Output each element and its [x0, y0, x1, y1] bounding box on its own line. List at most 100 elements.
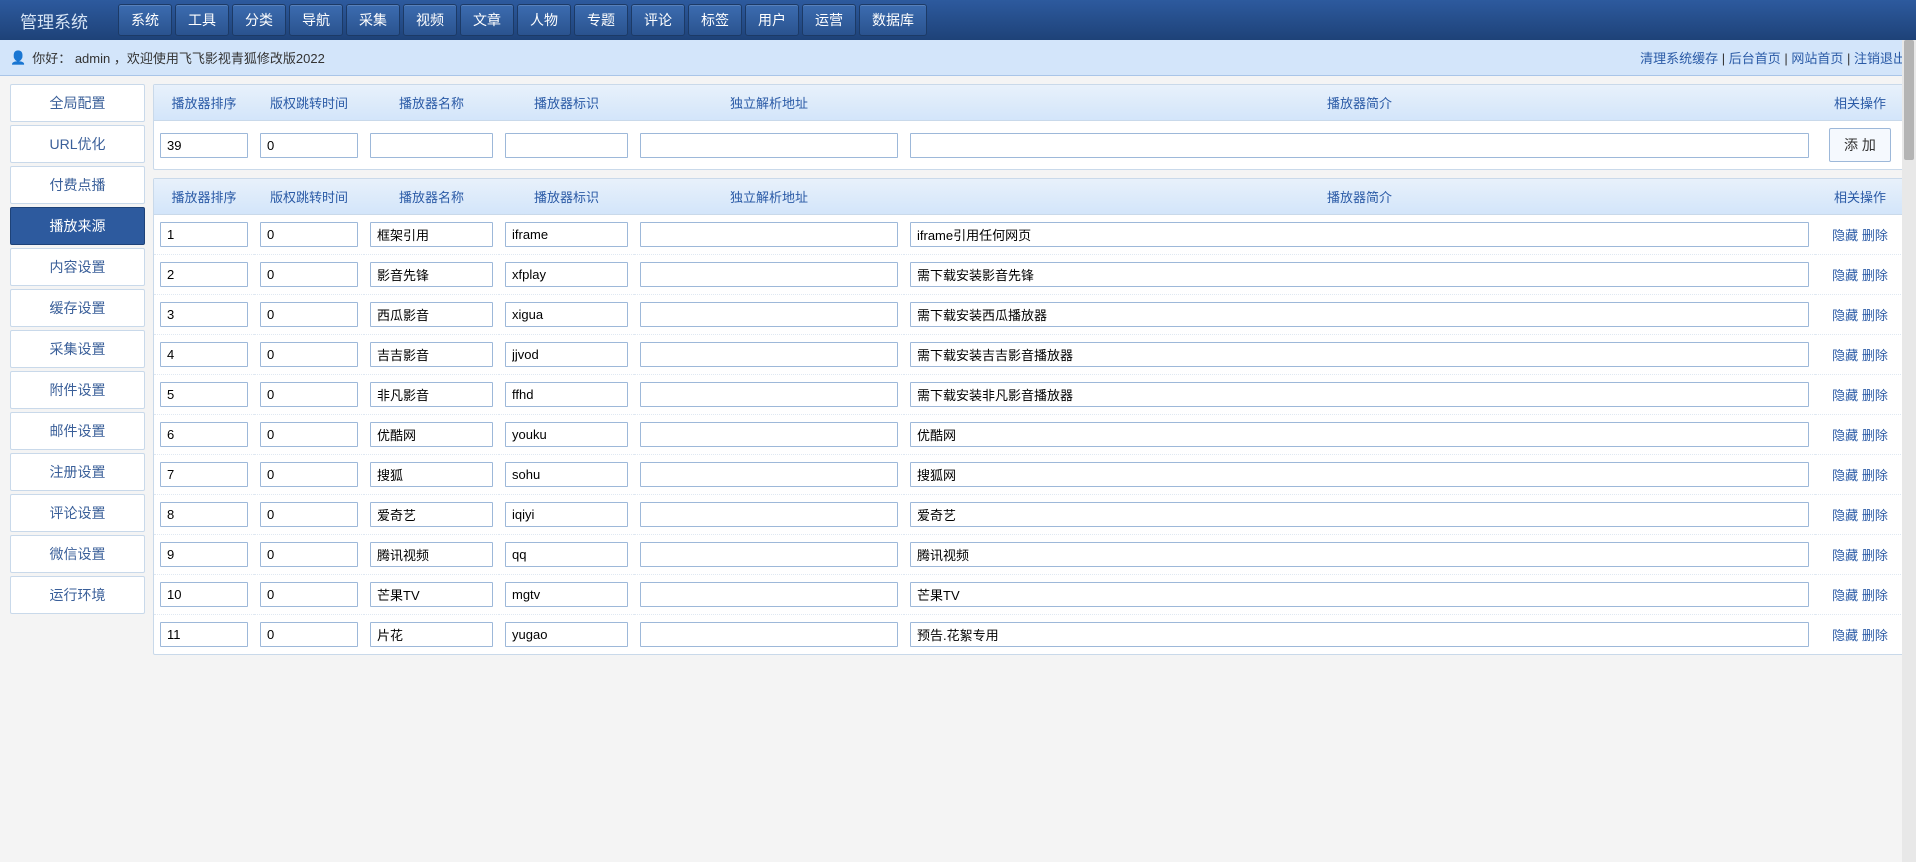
sidebar-item[interactable]: 运行环境 — [10, 576, 145, 614]
row-desc-input[interactable] — [910, 302, 1809, 327]
topnav-item[interactable]: 专题 — [574, 4, 628, 36]
row-desc-input[interactable] — [910, 382, 1809, 407]
row-ident-input[interactable] — [505, 622, 628, 647]
hide-link[interactable]: 隐藏 — [1832, 388, 1858, 403]
delete-link[interactable]: 删除 — [1862, 628, 1888, 643]
delete-link[interactable]: 删除 — [1862, 468, 1888, 483]
row-sort-input[interactable] — [160, 342, 248, 367]
row-sort-input[interactable] — [160, 502, 248, 527]
row-ident-input[interactable] — [505, 262, 628, 287]
row-desc-input[interactable] — [910, 222, 1809, 247]
row-sort-input[interactable] — [160, 622, 248, 647]
row-name-input[interactable] — [370, 382, 493, 407]
sidebar-item[interactable]: 付费点播 — [10, 166, 145, 204]
topnav-item[interactable]: 评论 — [631, 4, 685, 36]
topnav-item[interactable]: 文章 — [460, 4, 514, 36]
hide-link[interactable]: 隐藏 — [1832, 308, 1858, 323]
row-url-input[interactable] — [640, 502, 898, 527]
delete-link[interactable]: 删除 — [1862, 348, 1888, 363]
row-jump-input[interactable] — [260, 622, 358, 647]
row-ident-input[interactable] — [505, 462, 628, 487]
row-url-input[interactable] — [640, 382, 898, 407]
row-ident-input[interactable] — [505, 502, 628, 527]
row-sort-input[interactable] — [160, 422, 248, 447]
row-name-input[interactable] — [370, 342, 493, 367]
row-desc-input[interactable] — [910, 502, 1809, 527]
row-desc-input[interactable] — [910, 462, 1809, 487]
row-url-input[interactable] — [640, 302, 898, 327]
row-sort-input[interactable] — [160, 262, 248, 287]
sidebar-item[interactable]: 播放来源 — [10, 207, 145, 245]
row-desc-input[interactable] — [910, 622, 1809, 647]
row-sort-input[interactable] — [160, 382, 248, 407]
row-name-input[interactable] — [370, 462, 493, 487]
link-admin-home[interactable]: 后台首页 — [1729, 51, 1781, 66]
row-ident-input[interactable] — [505, 422, 628, 447]
sidebar-item[interactable]: 缓存设置 — [10, 289, 145, 327]
row-desc-input[interactable] — [910, 262, 1809, 287]
add-jump-input[interactable] — [260, 133, 358, 158]
add-desc-input[interactable] — [910, 133, 1809, 158]
add-button[interactable]: 添 加 — [1829, 128, 1891, 162]
delete-link[interactable]: 删除 — [1862, 428, 1888, 443]
row-name-input[interactable] — [370, 582, 493, 607]
row-name-input[interactable] — [370, 542, 493, 567]
topnav-item[interactable]: 采集 — [346, 4, 400, 36]
row-sort-input[interactable] — [160, 582, 248, 607]
sidebar-item[interactable]: 附件设置 — [10, 371, 145, 409]
row-jump-input[interactable] — [260, 422, 358, 447]
row-url-input[interactable] — [640, 462, 898, 487]
row-url-input[interactable] — [640, 622, 898, 647]
row-jump-input[interactable] — [260, 382, 358, 407]
sidebar-item[interactable]: 内容设置 — [10, 248, 145, 286]
scrollbar[interactable] — [1902, 40, 1916, 862]
topnav-item[interactable]: 用户 — [745, 4, 799, 36]
row-desc-input[interactable] — [910, 422, 1809, 447]
row-url-input[interactable] — [640, 542, 898, 567]
topnav-item[interactable]: 系统 — [118, 4, 172, 36]
row-desc-input[interactable] — [910, 542, 1809, 567]
delete-link[interactable]: 删除 — [1862, 308, 1888, 323]
link-clear-cache[interactable]: 清理系统缓存 — [1640, 51, 1718, 66]
sidebar-item[interactable]: URL优化 — [10, 125, 145, 163]
hide-link[interactable]: 隐藏 — [1832, 268, 1858, 283]
row-sort-input[interactable] — [160, 222, 248, 247]
row-url-input[interactable] — [640, 582, 898, 607]
hide-link[interactable]: 隐藏 — [1832, 348, 1858, 363]
sidebar-item[interactable]: 微信设置 — [10, 535, 145, 573]
link-logout[interactable]: 注销退出 — [1854, 51, 1906, 66]
add-url-input[interactable] — [640, 133, 898, 158]
link-site-home[interactable]: 网站首页 — [1791, 51, 1843, 66]
hide-link[interactable]: 隐藏 — [1832, 548, 1858, 563]
row-ident-input[interactable] — [505, 542, 628, 567]
topnav-item[interactable]: 视频 — [403, 4, 457, 36]
hide-link[interactable]: 隐藏 — [1832, 588, 1858, 603]
row-sort-input[interactable] — [160, 302, 248, 327]
hide-link[interactable]: 隐藏 — [1832, 428, 1858, 443]
topnav-item[interactable]: 运营 — [802, 4, 856, 36]
row-jump-input[interactable] — [260, 262, 358, 287]
delete-link[interactable]: 删除 — [1862, 548, 1888, 563]
hide-link[interactable]: 隐藏 — [1832, 508, 1858, 523]
topnav-item[interactable]: 人物 — [517, 4, 571, 36]
row-name-input[interactable] — [370, 222, 493, 247]
hide-link[interactable]: 隐藏 — [1832, 628, 1858, 643]
row-ident-input[interactable] — [505, 302, 628, 327]
topnav-item[interactable]: 标签 — [688, 4, 742, 36]
row-ident-input[interactable] — [505, 222, 628, 247]
row-ident-input[interactable] — [505, 382, 628, 407]
row-jump-input[interactable] — [260, 342, 358, 367]
delete-link[interactable]: 删除 — [1862, 388, 1888, 403]
row-jump-input[interactable] — [260, 462, 358, 487]
row-url-input[interactable] — [640, 422, 898, 447]
row-url-input[interactable] — [640, 222, 898, 247]
sidebar-item[interactable]: 评论设置 — [10, 494, 145, 532]
row-jump-input[interactable] — [260, 542, 358, 567]
topnav-item[interactable]: 工具 — [175, 4, 229, 36]
sidebar-item[interactable]: 注册设置 — [10, 453, 145, 491]
row-sort-input[interactable] — [160, 462, 248, 487]
hide-link[interactable]: 隐藏 — [1832, 228, 1858, 243]
sidebar-item[interactable]: 邮件设置 — [10, 412, 145, 450]
add-ident-input[interactable] — [505, 133, 628, 158]
delete-link[interactable]: 删除 — [1862, 588, 1888, 603]
